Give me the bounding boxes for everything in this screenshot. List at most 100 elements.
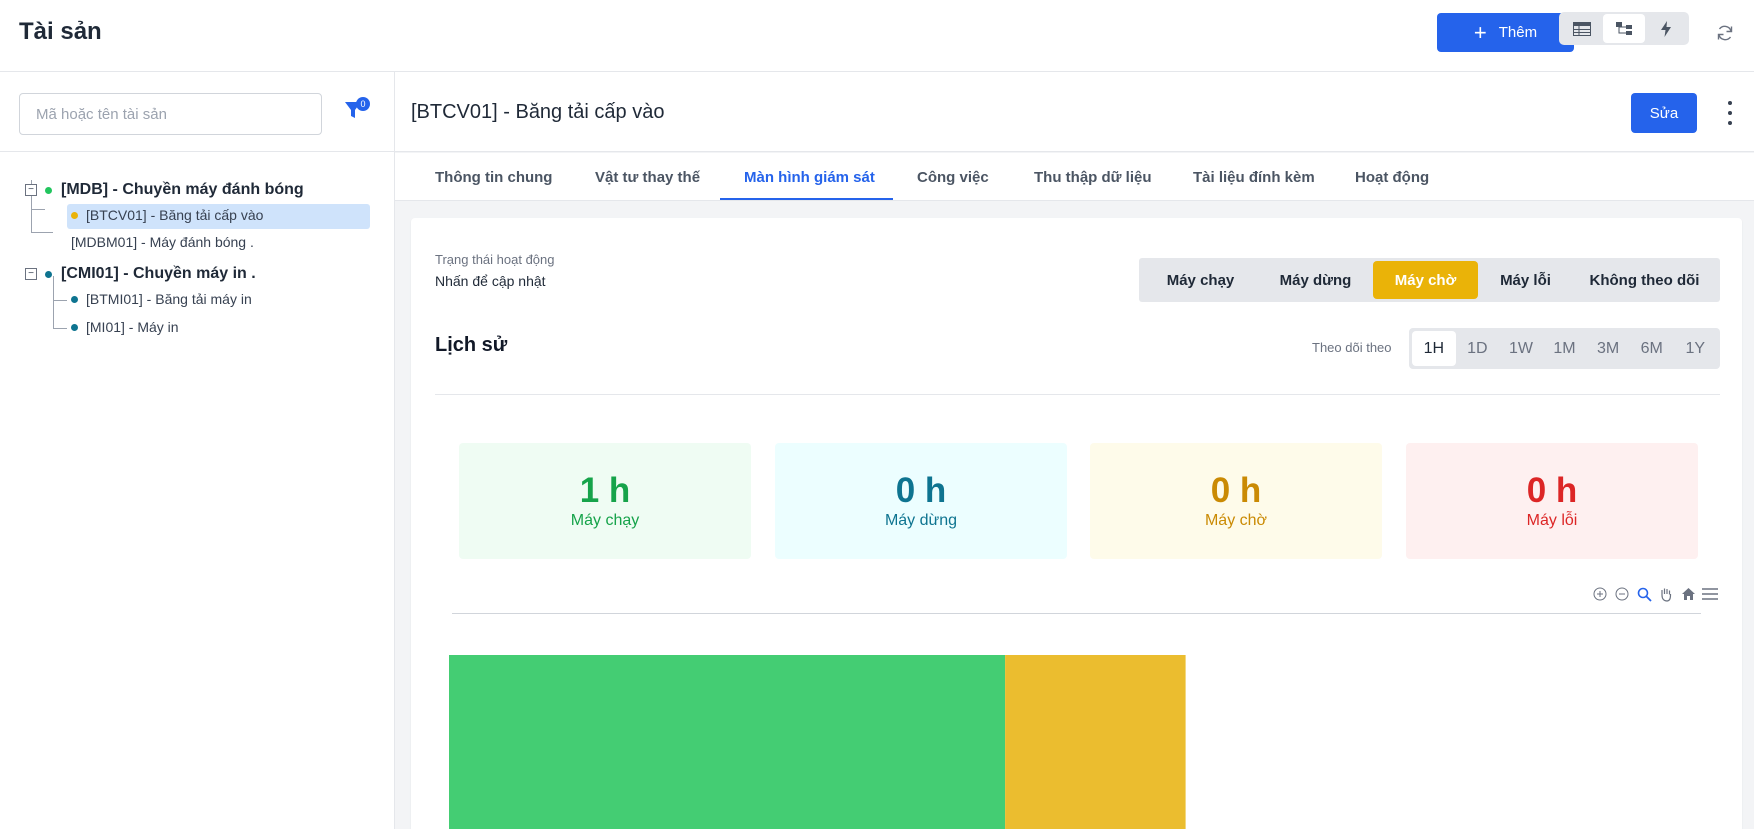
tab-work[interactable]: Công việc (917, 153, 989, 201)
tab-attachments[interactable]: Tài liệu đính kèm (1193, 153, 1315, 201)
monitoring-card: Trạng thái hoạt động Nhấn để cập nhật Má… (411, 218, 1742, 829)
range-1m-button[interactable]: 1M (1543, 331, 1587, 366)
refresh-icon (1717, 25, 1733, 41)
range-1w-button[interactable]: 1W (1499, 331, 1543, 366)
status-dot-icon (45, 186, 52, 194)
collapse-icon[interactable]: − (25, 184, 37, 196)
status-dot-icon (45, 270, 52, 278)
bolt-view-button[interactable] (1645, 14, 1687, 43)
tree-item-label: [BTCV01] - Băng tải cấp vào (86, 207, 264, 223)
status-untracked-button[interactable]: Không theo dõi (1573, 261, 1716, 299)
active-tab-indicator (720, 198, 893, 200)
tree-item-label: [MDBM01] - Máy đánh bóng . (71, 234, 254, 250)
zoom-in-icon[interactable] (1590, 585, 1610, 603)
tree-item-label: [MI01] - Máy in (86, 319, 179, 335)
status-timeline-chart (449, 655, 1186, 829)
top-header: Tài sản + Thêm (0, 0, 1754, 72)
stat-label: Máy dừng (884, 512, 958, 530)
stat-label: Máy lỗi (1526, 512, 1578, 530)
lightning-icon (1661, 20, 1671, 37)
stat-error: 0 h Máy lỗi (1406, 443, 1698, 559)
refresh-button[interactable] (1713, 21, 1737, 45)
table-icon (1573, 21, 1591, 36)
tab-general-info[interactable]: Thông tin chung (435, 153, 552, 201)
status-label: Trạng thái hoạt động (435, 252, 555, 267)
status-selector: Máy chạy Máy dừng Máy chờ Máy lỗi Không … (1139, 258, 1720, 302)
range-6m-button[interactable]: 6M (1630, 331, 1674, 366)
zoom-out-icon[interactable] (1612, 585, 1632, 603)
filter-count-badge: 0 (356, 97, 370, 111)
more-options-icon[interactable] (1727, 101, 1733, 125)
chart-toolbar (1588, 585, 1720, 603)
follow-label: Theo dõi theo (1312, 340, 1392, 355)
status-dot-icon (71, 295, 78, 303)
stat-value: 0 h (1526, 470, 1578, 510)
tree-connector (53, 276, 54, 329)
stat-running: 1 h Máy chạy (459, 443, 751, 559)
plus-icon: + (1473, 19, 1487, 45)
search-bar: 0 (0, 72, 394, 152)
tree-group-label: [CMI01] - Chuyền máy in . (61, 265, 256, 282)
tree-group-cmi01[interactable]: − [CMI01] - Chuyền máy in . (25, 265, 256, 283)
status-hint: Nhấn để cập nhật (435, 273, 546, 289)
tree-group-label: [MDB] - Chuyền máy đánh bóng (61, 181, 304, 198)
asset-title: [BTCV01] - Băng tải cấp vào (411, 101, 665, 123)
tree-connector (31, 232, 53, 233)
tab-monitoring[interactable]: Màn hình giám sát (744, 153, 875, 201)
tree-connector (31, 209, 45, 210)
status-dot-icon (71, 211, 78, 219)
search-input[interactable] (19, 93, 322, 135)
timeline-segment-0 (449, 655, 1006, 829)
status-error-button[interactable]: Máy lỗi (1478, 261, 1573, 299)
tree-item-mi01[interactable]: [MI01] - Máy in (71, 319, 179, 335)
tab-data-collection[interactable]: Thu thập dữ liệu (1034, 153, 1152, 201)
range-1d-button[interactable]: 1D (1456, 331, 1500, 366)
table-view-button[interactable] (1561, 14, 1603, 43)
tab-spare-parts[interactable]: Vật tư thay thế (595, 153, 700, 201)
range-1y-button[interactable]: 1Y (1673, 331, 1717, 366)
section-divider (435, 394, 1720, 395)
stat-label: Máy chờ (1204, 512, 1268, 530)
stat-label: Máy chạy (570, 512, 640, 530)
timeline-segment-1 (1005, 655, 1186, 829)
range-selector: 1H 1D 1W 1M 3M 6M 1Y (1409, 328, 1720, 369)
tree-item-mdbm01[interactable]: [MDBM01] - Máy đánh bóng . (71, 234, 254, 250)
chart-top-line (452, 613, 1701, 614)
tree-group-mdb[interactable]: − [MDB] - Chuyền máy đánh bóng (25, 181, 304, 199)
tab-activity[interactable]: Hoạt động (1355, 153, 1429, 201)
status-waiting-button[interactable]: Máy chờ (1373, 261, 1478, 299)
tree-view-button[interactable] (1603, 14, 1645, 43)
range-1h-button[interactable]: 1H (1412, 331, 1456, 366)
tree-connector (53, 300, 67, 301)
stat-waiting: 0 h Máy chờ (1090, 443, 1382, 559)
tree-icon (1616, 21, 1632, 35)
tree-connector (53, 328, 67, 329)
stat-value: 0 h (895, 470, 947, 510)
stat-stopped: 0 h Máy dừng (775, 443, 1067, 559)
tree-item-btcv01[interactable]: [BTCV01] - Băng tải cấp vào (71, 207, 263, 223)
tree-item-label: [BTMI01] - Băng tải máy in (86, 291, 252, 307)
pan-hand-icon[interactable] (1656, 585, 1676, 603)
page-title: Tài sản (19, 18, 102, 45)
menu-icon[interactable] (1700, 585, 1720, 603)
detail-tabs: Thông tin chung Vật tư thay thế Màn hình… (395, 153, 1754, 201)
status-running-button[interactable]: Máy chạy (1143, 261, 1258, 299)
collapse-icon[interactable]: − (25, 268, 37, 280)
stat-value: 1 h (579, 470, 631, 510)
history-title: Lịch sử (435, 334, 508, 356)
status-stopped-button[interactable]: Máy dừng (1258, 261, 1373, 299)
range-3m-button[interactable]: 3M (1586, 331, 1630, 366)
filter-button[interactable]: 0 (344, 97, 370, 125)
status-dot-icon (71, 323, 78, 331)
add-button[interactable]: + Thêm (1437, 13, 1574, 52)
edit-button[interactable]: Sửa (1631, 93, 1697, 133)
magnifier-icon[interactable] (1634, 585, 1654, 603)
asset-detail: [BTCV01] - Băng tải cấp vào Sửa Thông ti… (395, 72, 1754, 829)
tree-item-btmi01[interactable]: [BTMI01] - Băng tải máy in (71, 291, 252, 307)
add-button-label: Thêm (1498, 24, 1538, 41)
view-switcher (1559, 12, 1689, 45)
stat-value: 0 h (1210, 470, 1262, 510)
asset-sidebar: 0 − [MDB] - Chuyền máy đánh bóng [BTCV01… (0, 72, 395, 829)
detail-header: [BTCV01] - Băng tải cấp vào Sửa (395, 72, 1754, 152)
home-icon[interactable] (1678, 585, 1698, 603)
